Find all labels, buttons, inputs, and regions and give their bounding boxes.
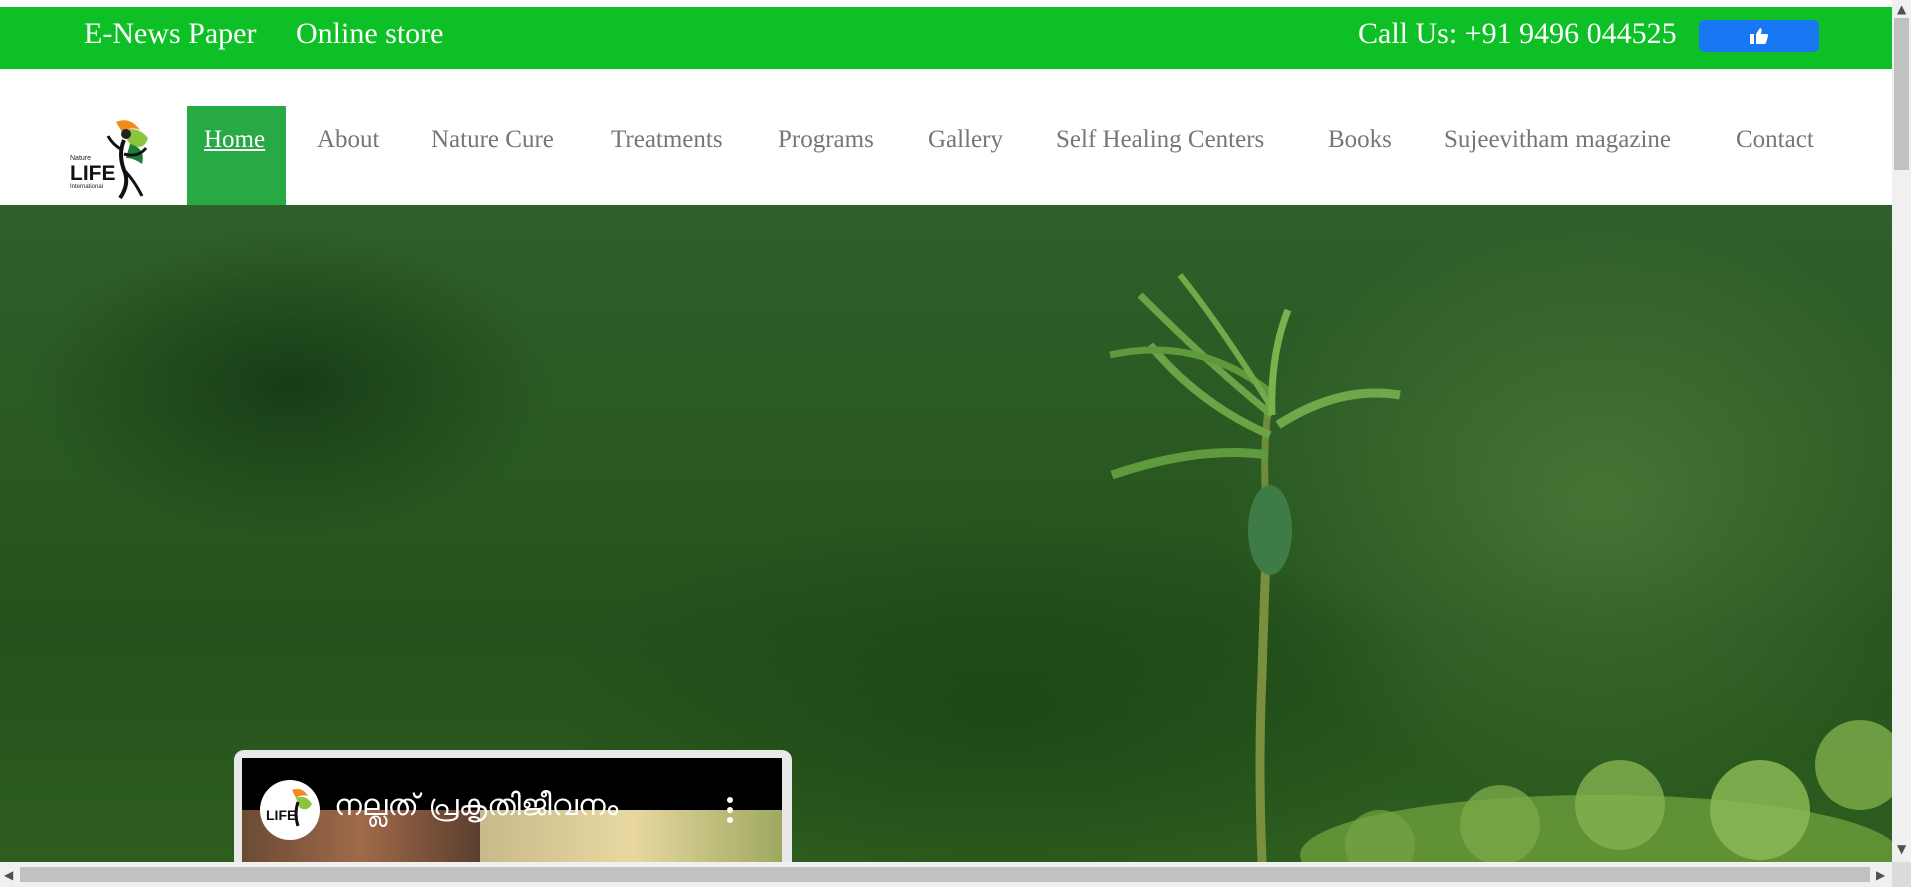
thumbs-up-icon bbox=[1750, 28, 1769, 44]
logo-text-main: LIFE bbox=[70, 162, 116, 185]
channel-avatar[interactable]: LIFE bbox=[260, 780, 320, 840]
facebook-like-button[interactable] bbox=[1699, 20, 1819, 52]
scrollbar-corner bbox=[1892, 862, 1911, 887]
video-player[interactable]: LIFE നല്ലത് പ്രകൃതിജീവനം bbox=[242, 758, 782, 862]
video-embed[interactable]: LIFE നല്ലത് പ്രകൃതിജീവനം bbox=[234, 750, 792, 862]
nav-about[interactable]: About bbox=[317, 106, 380, 205]
top-strip bbox=[0, 0, 1892, 7]
nav-programs[interactable]: Programs bbox=[778, 106, 874, 205]
call-us-text: Call Us: +91 9496 044525 bbox=[1358, 17, 1677, 50]
avatar-logo-text: LIFE bbox=[266, 807, 296, 823]
horizontal-scrollbar[interactable]: ◀ ▶ bbox=[0, 862, 1892, 887]
scroll-right-arrow-icon[interactable]: ▶ bbox=[1876, 868, 1885, 882]
scroll-left-arrow-icon[interactable]: ◀ bbox=[4, 868, 13, 882]
scroll-up-arrow-icon[interactable]: ▲ bbox=[1897, 2, 1906, 16]
nav-books[interactable]: Books bbox=[1328, 106, 1392, 205]
scroll-down-arrow-icon[interactable]: ▼ bbox=[1897, 842, 1906, 856]
vertical-scrollbar[interactable]: ▲ ▼ bbox=[1892, 0, 1911, 862]
more-vertical-icon[interactable] bbox=[720, 792, 740, 828]
logo-text-bottom: International bbox=[70, 184, 103, 190]
nav-home[interactable]: Home bbox=[187, 106, 286, 205]
nav-treatments[interactable]: Treatments bbox=[611, 106, 723, 205]
enews-paper-link[interactable]: E-News Paper bbox=[84, 17, 256, 51]
nav-gallery[interactable]: Gallery bbox=[928, 106, 1003, 205]
video-title[interactable]: നല്ലത് പ്രകൃതിജീവനം bbox=[334, 788, 618, 823]
nav-nature-cure[interactable]: Nature Cure bbox=[431, 106, 554, 205]
site-logo[interactable]: Nature LIFE International bbox=[68, 114, 158, 204]
online-store-link[interactable]: Online store bbox=[296, 17, 443, 51]
nav-self-healing-centers[interactable]: Self Healing Centers bbox=[1056, 106, 1264, 205]
top-bar: E-News Paper Online store Call Us: +91 9… bbox=[0, 7, 1892, 69]
horizontal-scroll-thumb[interactable] bbox=[20, 867, 1870, 882]
logo-text-top: Nature bbox=[70, 155, 91, 162]
vertical-scroll-thumb[interactable] bbox=[1894, 18, 1909, 170]
nav-sujeevitham-magazine[interactable]: Sujeevitham magazine bbox=[1444, 106, 1671, 205]
nav-contact[interactable]: Contact bbox=[1736, 106, 1814, 205]
